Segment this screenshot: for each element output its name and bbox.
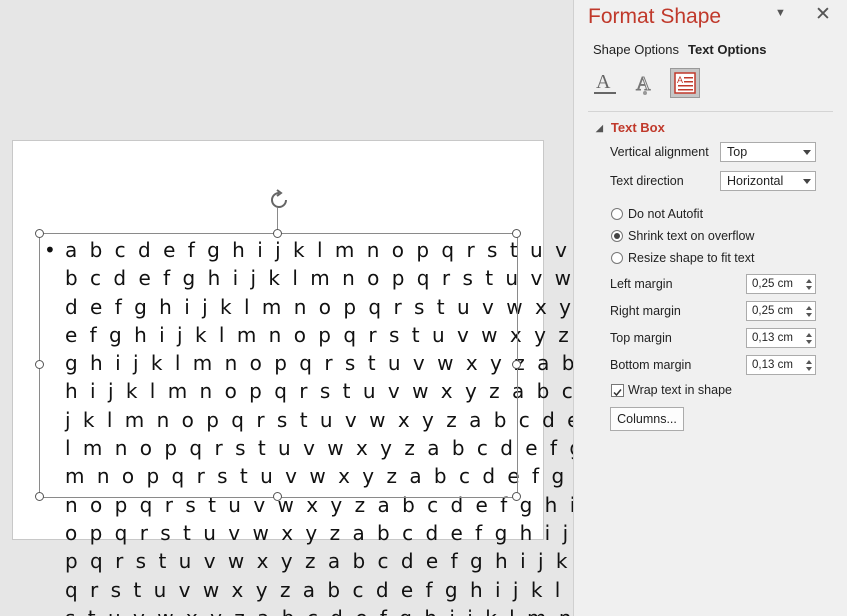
divider [588, 111, 833, 112]
text-line: e f g h i j k l m n o p q r s t u v w x … [44, 321, 573, 349]
text-line-6: j k l m n o p q r s t u v w x y z a b c … [65, 407, 573, 432]
tab-shape-options[interactable]: Shape Options [593, 42, 679, 57]
svg-text:A: A [596, 71, 611, 93]
resize-handle-ne[interactable] [512, 229, 521, 238]
text-direction-dropdown[interactable]: Horizontal [720, 171, 816, 191]
rotate-handle-icon[interactable] [267, 188, 291, 212]
svg-text:A: A [677, 75, 683, 85]
text-line-3: e f g h i j k l m n o p q r s t u v w x … [65, 322, 573, 347]
spin-down-icon[interactable] [806, 313, 812, 317]
top-margin-label: Top margin [610, 331, 672, 345]
format-shape-pane: Format Shape ▼ ✕ Shape Options Text Opti… [573, 0, 847, 616]
text-line: n o p q r s t u v w x y z a b c d e f g … [44, 491, 573, 519]
left-margin-label: Left margin [610, 277, 673, 291]
resize-handle-se[interactable] [512, 492, 521, 501]
text-content[interactable]: • a b c d e f g h i j k l m n o p q r s t… [44, 236, 573, 616]
textbox-layout-icon[interactable]: A [670, 68, 700, 98]
text-line-8: m n o p q r s t u v w x y z a b c d e f … [65, 464, 573, 489]
left-margin-value: 0,25 cm [752, 278, 793, 290]
resize-shape-label: Resize shape to fit text [628, 251, 755, 265]
text-line: o p q r s t u v w x y z a b c d e f g h … [44, 519, 573, 547]
section-text-box[interactable]: ◢ Text Box [596, 120, 665, 135]
left-margin-spinner[interactable]: 0,25 cm [746, 274, 816, 294]
text-line-9: n o p q r s t u v w x y z a b c d e f g … [65, 492, 573, 517]
bottom-margin-label: Bottom margin [610, 358, 692, 372]
text-line-0: a b c d e f g h i j k l m n o p q r s t … [65, 238, 573, 262]
collapse-triangle-icon: ◢ [596, 123, 603, 133]
spin-up-icon[interactable] [806, 360, 812, 364]
right-margin-label: Right margin [610, 304, 681, 318]
top-margin-spinner[interactable]: 0,13 cm [746, 328, 816, 348]
radio-shrink-text[interactable] [611, 230, 623, 242]
close-icon[interactable]: ✕ [815, 3, 831, 26]
radio-resize-shape[interactable] [611, 252, 623, 264]
resize-handle-e[interactable] [512, 360, 521, 369]
text-line: g h i j k l m n o p q r s t u v w x y z … [44, 349, 573, 377]
text-line-5: h i j k l m n o p q r s t u v w x y z a … [65, 379, 573, 404]
text-line-1: b c d e f g h i j k l m n o p q r s t u … [65, 266, 573, 291]
section-title: Text Box [610, 120, 665, 135]
spin-down-icon[interactable] [806, 367, 812, 371]
columns-button[interactable]: Columns... [610, 407, 684, 431]
do-not-autofit-label: Do not Autofit [628, 207, 704, 221]
text-line-7: l m n o p q r s t u v w x y z a b c d e … [65, 436, 573, 461]
spin-up-icon[interactable] [806, 333, 812, 337]
right-margin-spinner[interactable]: 0,25 cm [746, 301, 816, 321]
top-margin-value: 0,13 cm [752, 332, 793, 344]
text-line-10: o p q r s t u v w x y z a b c d e f g h … [65, 520, 573, 545]
wrap-text-checkbox[interactable] [611, 384, 624, 397]
text-line-13: s t u v w x y z a b c d e f g h i j k l … [65, 604, 573, 616]
spin-up-icon[interactable] [806, 306, 812, 310]
pane-title: Format Shape [588, 5, 722, 28]
dropdown-arrow-icon [803, 150, 811, 155]
text-line: d e f g h i j k l m n o p q r s t u v w … [44, 293, 573, 321]
dropdown-arrow-icon [803, 179, 811, 184]
bottom-margin-value: 0,13 cm [752, 359, 793, 371]
resize-handle-nw[interactable] [35, 229, 44, 238]
vertical-alignment-dropdown[interactable]: Top [720, 142, 816, 162]
text-line-2: d e f g h i j k l m n o p q r s t u v w … [65, 294, 573, 319]
bullet: • [44, 238, 59, 262]
vertical-alignment-label: Vertical alignment [610, 145, 709, 159]
spin-down-icon[interactable] [806, 340, 812, 344]
resize-handle-sw[interactable] [35, 492, 44, 501]
text-fill-outline-icon[interactable]: A [590, 68, 620, 98]
text-line: s t u v w x y z a b c d e f g h i j k l … [44, 604, 573, 616]
spin-up-icon[interactable] [806, 279, 812, 283]
text-line-12: q r s t u v w x y z a b c d e f g h i j … [65, 577, 573, 602]
text-line: l m n o p q r s t u v w x y z a b c d e … [44, 434, 573, 462]
text-direction-value: Horizontal [727, 174, 784, 188]
bottom-margin-spinner[interactable]: 0,13 cm [746, 355, 816, 375]
text-line: p q r s t u v w x y z a b c d e f g h i … [44, 547, 573, 575]
vertical-alignment-value: Top [727, 145, 748, 159]
text-line: b c d e f g h i j k l m n o p q r s t u … [44, 264, 573, 292]
wrap-text-label: Wrap text in shape [628, 383, 732, 397]
chevron-down-icon[interactable]: ▼ [775, 7, 786, 19]
text-line: • a b c d e f g h i j k l m n o p q r s t… [44, 236, 573, 264]
resize-handle-n[interactable] [273, 229, 282, 238]
text-direction-label: Text direction [610, 174, 684, 188]
resize-handle-s[interactable] [273, 492, 282, 501]
text-line: m n o p q r s t u v w x y z a b c d e f … [44, 462, 573, 490]
radio-do-not-autofit[interactable] [611, 208, 623, 220]
text-line-11: p q r s t u v w x y z a b c d e f g h i … [65, 549, 573, 574]
spin-down-icon[interactable] [806, 286, 812, 290]
resize-handle-w[interactable] [35, 360, 44, 369]
shrink-text-label: Shrink text on overflow [628, 229, 755, 243]
text-line: q r s t u v w x y z a b c d e f g h i j … [44, 576, 573, 604]
text-line-4: g h i j k l m n o p q r s t u v w x y z … [65, 351, 573, 376]
checkmark-icon [613, 389, 622, 397]
slide-canvas: • a b c d e f g h i j k l m n o p q r s t… [0, 0, 573, 616]
right-margin-value: 0,25 cm [752, 305, 793, 317]
text-line: h i j k l m n o p q r s t u v w x y z a … [44, 377, 573, 405]
text-line: j k l m n o p q r s t u v w x y z a b c … [44, 406, 573, 434]
tab-text-options[interactable]: Text Options [688, 42, 766, 57]
text-effects-icon[interactable]: A [630, 68, 660, 98]
